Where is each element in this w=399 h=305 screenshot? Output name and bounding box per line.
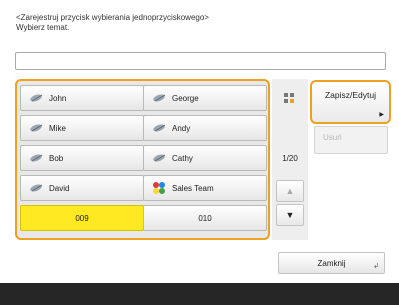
one-touch-button-cathy[interactable]: Cathy [143,145,267,171]
button-label: Mike [49,123,66,133]
contact-icon [29,122,45,134]
corner-return-icon: ↲ [373,263,379,270]
contact-icon [29,92,45,104]
close-button[interactable]: Zamknij ↲ [278,252,385,274]
contact-icon [29,182,45,194]
button-label: Andy [172,123,191,133]
save-edit-button[interactable]: Zapisz/Edytuj ▶ [310,80,391,124]
header-line-1: <Zarejestruj przycisk wybierania jednopr… [16,13,209,22]
one-touch-button-sales-team[interactable]: Sales Team [143,175,267,201]
one-touch-button-david[interactable]: David [20,175,144,201]
grid-view-icon[interactable] [283,92,297,106]
group-icon [152,182,168,194]
one-touch-button-john[interactable]: John [20,85,144,111]
button-label: David [49,183,70,193]
header-text: <Zarejestruj przycisk wybierania jednopr… [16,13,209,33]
up-arrow-icon: ▲ [285,186,295,196]
page-indicator: 1/20 [282,154,298,163]
one-touch-button-andy[interactable]: Andy [143,115,267,141]
button-label: Cathy [172,153,193,163]
submenu-arrow-icon: ▶ [379,112,384,118]
footer-bar [0,283,399,305]
button-label: 009 [75,213,89,223]
contact-icon [152,152,168,164]
save-edit-label: Zapisz/Edytuj [324,90,377,100]
button-label: 010 [198,213,212,223]
delete-button[interactable]: Usuń [314,126,388,154]
scroll-down-button[interactable]: ▼ [276,204,304,226]
header-line-2: Wybierz temat. [16,23,70,32]
button-label: Bob [49,153,64,163]
one-touch-button-009[interactable]: 009 [20,205,144,231]
button-label: George [172,93,199,103]
close-label: Zamknij [317,258,346,268]
contact-icon [152,92,168,104]
button-label: Sales Team [172,183,214,193]
contact-icon [152,122,168,134]
one-touch-button-george[interactable]: George [143,85,267,111]
button-label: John [49,93,67,103]
contact-icon [29,152,45,164]
scroll-up-button[interactable]: ▲ [276,180,304,202]
down-arrow-icon: ▼ [285,210,295,220]
one-touch-button-bob[interactable]: Bob [20,145,144,171]
entry-field[interactable] [15,52,386,70]
one-touch-button-mike[interactable]: Mike [20,115,144,141]
one-touch-button-010[interactable]: 010 [143,205,267,231]
